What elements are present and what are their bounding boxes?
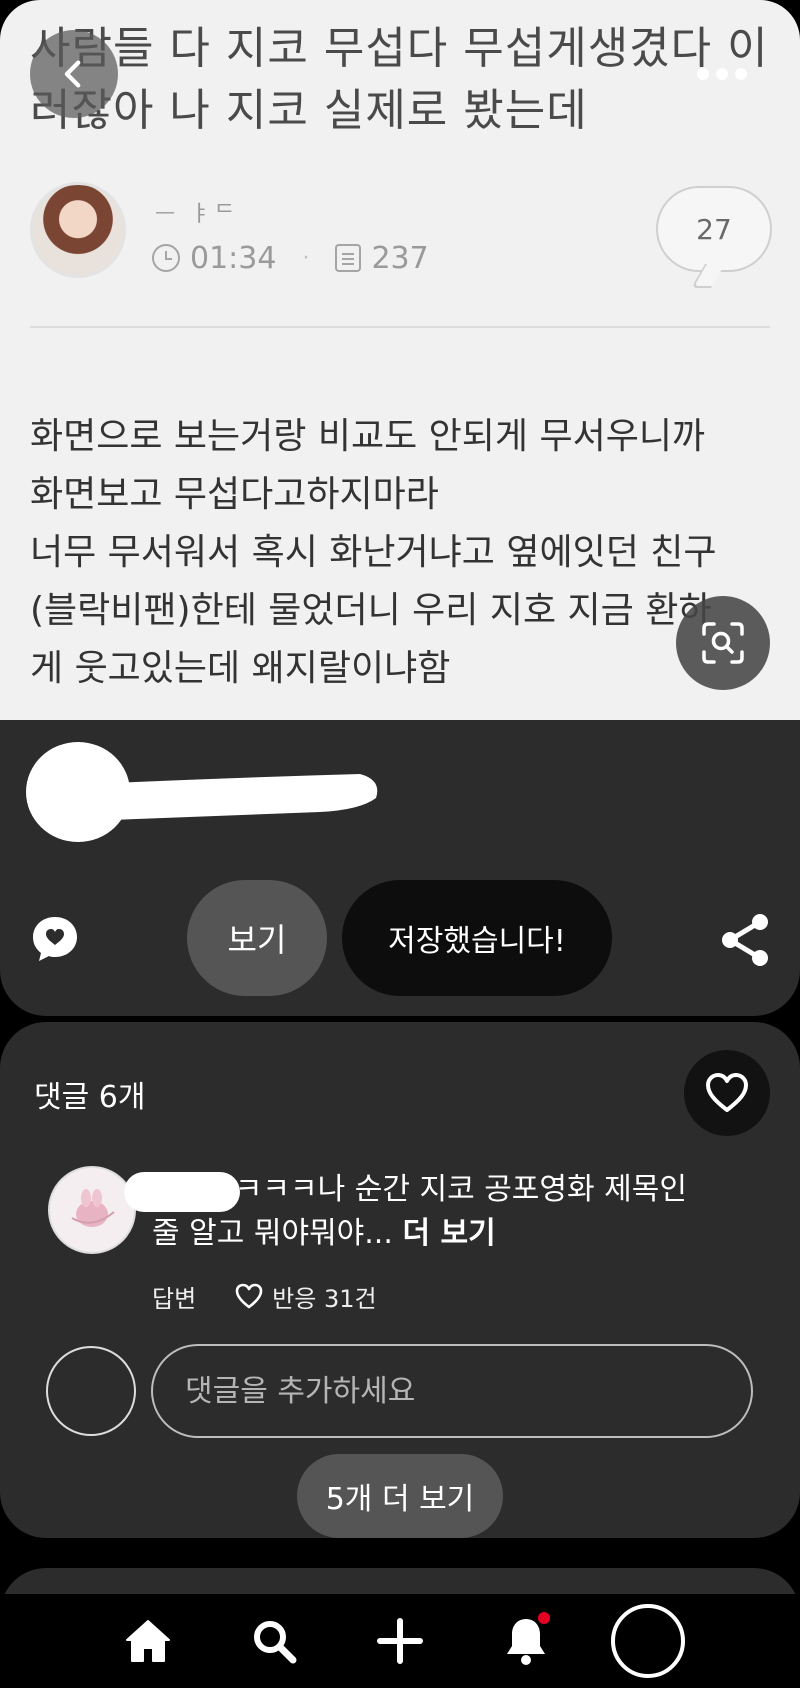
view-count: 237 xyxy=(371,240,429,276)
post-body-line: 너무 무서워서 혹시 화난거냐고 옆에잇던 친구 xyxy=(30,532,717,573)
home-icon xyxy=(126,1620,170,1662)
post-meta: 01:34 · 237 xyxy=(152,240,429,276)
view-button[interactable]: 보기 xyxy=(187,880,327,996)
view-button-label: 보기 xyxy=(227,921,287,959)
load-more-label: 5개 더 보기 xyxy=(325,1482,475,1517)
redaction-scribble xyxy=(124,1172,240,1212)
saved-button[interactable]: 저장했습니다! xyxy=(342,880,612,996)
visual-search-button[interactable] xyxy=(676,596,770,690)
author-avatar xyxy=(30,182,126,278)
nav-search[interactable] xyxy=(234,1594,314,1688)
like-button[interactable] xyxy=(684,1050,770,1136)
more-options-button[interactable] xyxy=(680,34,764,114)
plus-icon xyxy=(377,1618,423,1664)
share-icon[interactable] xyxy=(718,912,774,968)
reply-link[interactable]: 답변 xyxy=(152,1279,196,1314)
post-body-line: 화면으로 보는거랑 비교도 안되게 무서우니까 xyxy=(30,416,706,457)
clock-icon xyxy=(152,244,180,272)
reaction-count[interactable]: 반응 31건 xyxy=(272,1279,376,1314)
redaction-scribble xyxy=(26,742,378,842)
comment-more-link[interactable]: 더 보기 xyxy=(402,1216,495,1251)
post-body: 화면으로 보는거랑 비교도 안되게 무서우니까 화면보고 무섭다고하지마라 너무… xyxy=(30,408,790,698)
profile-icon xyxy=(611,1604,685,1678)
divider xyxy=(30,326,770,328)
nav-profile[interactable] xyxy=(608,1594,688,1688)
nav-home[interactable] xyxy=(108,1594,188,1688)
load-more-comments-button[interactable]: 5개 더 보기 xyxy=(297,1454,503,1538)
nav-notifications[interactable] xyxy=(486,1594,566,1688)
post-body-line: (블락비팬)한테 물었더니 우리 지호 지금 환하 xyxy=(30,590,712,631)
comment-count-bubble: 27 xyxy=(656,186,772,272)
reaction-heart-icon[interactable] xyxy=(234,1282,264,1310)
bottom-navigation xyxy=(0,1594,800,1688)
meta-separator: · xyxy=(302,245,310,271)
back-button[interactable] xyxy=(30,30,118,118)
comments-header: 댓글 6개 xyxy=(34,1080,146,1115)
comment-input[interactable] xyxy=(151,1344,753,1438)
commenter-avatar[interactable] xyxy=(48,1166,136,1254)
comment-actions: 답변 반응 31건 xyxy=(152,1276,377,1316)
visual-search-icon xyxy=(702,622,744,664)
commenter-avatar-image xyxy=(71,1189,115,1227)
chat-bubble-icon[interactable] xyxy=(30,914,80,964)
comment-count: 27 xyxy=(696,212,732,246)
nav-create[interactable] xyxy=(360,1594,440,1688)
post-title: 사람들 다 지코 무섭다 무섭게생겼다 이러잖아 나 지코 실제로 봤는데 xyxy=(30,23,769,136)
post-time: 01:34 xyxy=(190,240,277,276)
saved-button-label: 저장했습니다! xyxy=(388,924,566,959)
chevron-left-icon xyxy=(64,60,81,88)
post-body-line: 화면보고 무섭다고하지마라 xyxy=(30,474,439,515)
heart-icon xyxy=(706,1073,748,1112)
my-avatar xyxy=(46,1346,136,1436)
document-icon xyxy=(335,244,362,272)
more-dots-icon xyxy=(697,68,747,80)
author-name: ᅳ ㅑᄃ xyxy=(155,202,239,227)
search-icon xyxy=(254,1621,297,1664)
notification-badge xyxy=(538,1612,550,1624)
